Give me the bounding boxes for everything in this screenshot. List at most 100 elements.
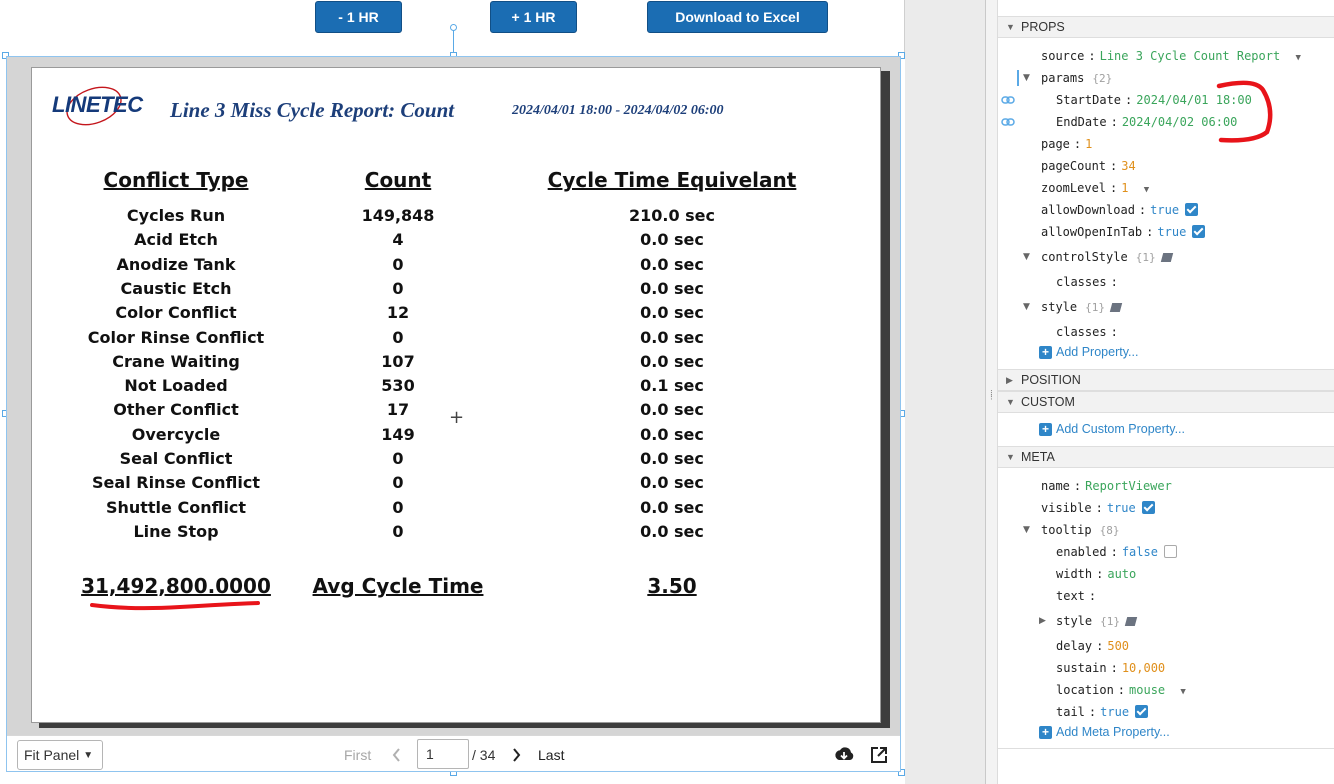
meta-tooltip-location[interactable]: location: mouse ▼ — [1056, 682, 1186, 700]
panel-bottom-divider — [998, 748, 1334, 749]
row-cycle-time: 0.0 sec — [640, 497, 704, 517]
first-page-link[interactable]: First — [344, 747, 371, 763]
style-paint-icon[interactable] — [1124, 617, 1138, 626]
prop-page[interactable]: page:1 — [1041, 136, 1092, 152]
row-count: 0 — [392, 473, 404, 493]
row-count: 107 — [381, 351, 415, 371]
footer-total: 31,492,800.0000 — [81, 574, 271, 598]
prop-allowdownload[interactable]: allowDownload: true — [1041, 202, 1199, 218]
meta-tooltip-tail[interactable]: tail: true — [1056, 704, 1149, 720]
prop-controlstyle[interactable]: controlStyle {1} — [1041, 249, 1173, 266]
row-cycle-time: 0.0 sec — [640, 351, 704, 371]
report-title: Line 3 Miss Cycle Report: Count — [170, 98, 455, 122]
row-count: 17 — [386, 400, 410, 420]
meta-name[interactable]: name: ReportViewer — [1041, 478, 1172, 494]
checkbox-checked-icon[interactable] — [1192, 225, 1206, 238]
prev-page-icon[interactable] — [386, 744, 408, 766]
checkbox-checked-icon[interactable] — [1135, 705, 1149, 718]
designer-window: - 1 HR + 1 HR Download to Excel LINETEC — [0, 0, 1334, 784]
meta-tooltip-width[interactable]: width: auto — [1056, 566, 1136, 582]
expand-tooltip-style-icon[interactable]: ▶ — [1039, 616, 1046, 626]
style-paint-icon[interactable] — [1109, 303, 1123, 312]
selection-rotate-handle[interactable] — [450, 24, 457, 31]
download-excel-button[interactable]: Download to Excel — [647, 1, 828, 33]
row-conflict-type: Other Conflict — [113, 400, 239, 420]
meta-visible[interactable]: visible: true — [1041, 500, 1155, 516]
dropdown-caret-icon[interactable]: ▼ — [1180, 687, 1185, 697]
report-page: LINETEC Line 3 Miss Cycle Report: Count … — [31, 67, 881, 723]
row-count: 149 — [381, 424, 415, 444]
expand-tooltip-icon[interactable]: ▼ — [1023, 525, 1030, 535]
row-conflict-type: Cycles Run — [126, 206, 226, 225]
fit-mode-select[interactable]: Fit Panel ▼ — [17, 740, 103, 770]
plus-icon: + — [1039, 346, 1052, 359]
row-conflict-type: Overcycle — [131, 424, 221, 444]
download-cloud-icon[interactable] — [833, 744, 855, 766]
panel-splitter[interactable]: ⁝ ⁝ — [986, 0, 998, 784]
crosshair-cursor-icon: + — [449, 407, 465, 428]
row-conflict-type: Color Conflict — [115, 303, 237, 323]
prop-params[interactable]: params {2} — [1041, 70, 1112, 87]
last-page-link[interactable]: Last — [538, 747, 564, 763]
design-canvas: - 1 HR + 1 HR Download to Excel LINETEC — [0, 0, 985, 784]
checkbox-checked-icon[interactable] — [1185, 203, 1199, 216]
meta-tooltip[interactable]: tooltip {8} — [1041, 522, 1119, 539]
footer-avg-label: Avg Cycle Time — [312, 574, 484, 598]
collapse-triangle-icon: ▼ — [1006, 452, 1015, 462]
header-count: Count — [364, 168, 432, 192]
row-count: 12 — [386, 303, 410, 323]
meta-tooltip-style[interactable]: style {1} — [1056, 613, 1138, 630]
expand-style-icon[interactable]: ▼ — [1023, 302, 1030, 312]
plus-1hr-button[interactable]: + 1 HR — [490, 1, 577, 33]
section-meta-header[interactable]: ▼ META — [998, 446, 1334, 468]
row-count: 530 — [381, 376, 415, 396]
prop-allowopenintab[interactable]: allowOpenInTab: true — [1041, 224, 1206, 240]
dropdown-caret-icon[interactable]: ▼ — [1144, 185, 1149, 195]
row-count: 4 — [392, 230, 404, 250]
dropdown-caret-icon[interactable]: ▼ — [1295, 53, 1300, 63]
row-conflict-type: Color Rinse Conflict — [87, 327, 265, 347]
add-meta-property-link[interactable]: + Add Meta Property... — [1039, 725, 1170, 739]
binding-link-icon[interactable] — [1001, 95, 1015, 105]
section-custom-header[interactable]: ▼ CUSTOM — [998, 391, 1334, 413]
next-page-icon[interactable] — [505, 744, 527, 766]
page-number-input[interactable] — [417, 739, 469, 769]
viewer-nav-bar: Fit Panel ▼ First / 34 Last — [7, 735, 900, 771]
canvas-gutter — [905, 0, 985, 784]
prop-style[interactable]: style {1} — [1041, 299, 1123, 316]
expand-params-icon[interactable]: ▼ — [1023, 73, 1030, 83]
prop-controlstyle-classes[interactable]: classes: — [1056, 274, 1122, 290]
expand-triangle-icon: ▶ — [1006, 375, 1013, 385]
add-property-link[interactable]: + Add Property... — [1039, 345, 1138, 359]
prop-source[interactable]: source: Line 3 Cycle Count Report ▼ — [1041, 48, 1301, 66]
row-cycle-time: 0.1 sec — [640, 376, 704, 396]
row-cycle-time: 0.0 sec — [640, 278, 704, 298]
add-custom-property-link[interactable]: + Add Custom Property... — [1039, 422, 1185, 436]
checkbox-unchecked-icon[interactable] — [1163, 545, 1177, 558]
open-in-new-tab-icon[interactable] — [868, 744, 890, 766]
section-meta-title: META — [1021, 450, 1055, 464]
property-editor-panel: ⁝ ⁝ ▼ PROPS source: Line 3 Cycle Count Rep… — [985, 0, 1334, 784]
row-conflict-type: Acid Etch — [134, 230, 218, 250]
style-paint-icon[interactable] — [1160, 253, 1173, 262]
prop-pagecount[interactable]: pageCount:34 — [1041, 158, 1136, 174]
row-count: 0 — [392, 278, 404, 298]
fit-mode-value: Fit Panel — [24, 747, 80, 763]
prop-style-classes[interactable]: classes: — [1056, 324, 1122, 340]
row-cycle-time: 0.0 sec — [640, 303, 704, 323]
meta-tooltip-enabled[interactable]: enabled: false — [1056, 544, 1177, 560]
row-count: 0 — [392, 449, 404, 468]
prop-enddate[interactable]: EndDate:2024/04/02 06:00 — [1056, 114, 1237, 130]
meta-tooltip-text[interactable]: text: — [1056, 588, 1100, 604]
section-position-header[interactable]: ▶ POSITION — [998, 369, 1334, 391]
binding-link-icon[interactable] — [1001, 117, 1015, 127]
expand-controlstyle-icon[interactable]: ▼ — [1023, 252, 1030, 262]
meta-tooltip-delay[interactable]: delay:500 — [1056, 638, 1129, 654]
checkbox-checked-icon[interactable] — [1141, 501, 1155, 514]
meta-tooltip-sustain[interactable]: sustain:10,000 — [1056, 660, 1165, 676]
row-count: 0 — [392, 327, 404, 347]
prop-zoomlevel[interactable]: zoomLevel:1 ▼ — [1041, 180, 1149, 198]
section-props-header[interactable]: ▼ PROPS — [998, 16, 1334, 38]
minus-1hr-button[interactable]: - 1 HR — [315, 1, 402, 33]
report-viewer[interactable]: LINETEC Line 3 Miss Cycle Report: Count … — [6, 56, 901, 772]
